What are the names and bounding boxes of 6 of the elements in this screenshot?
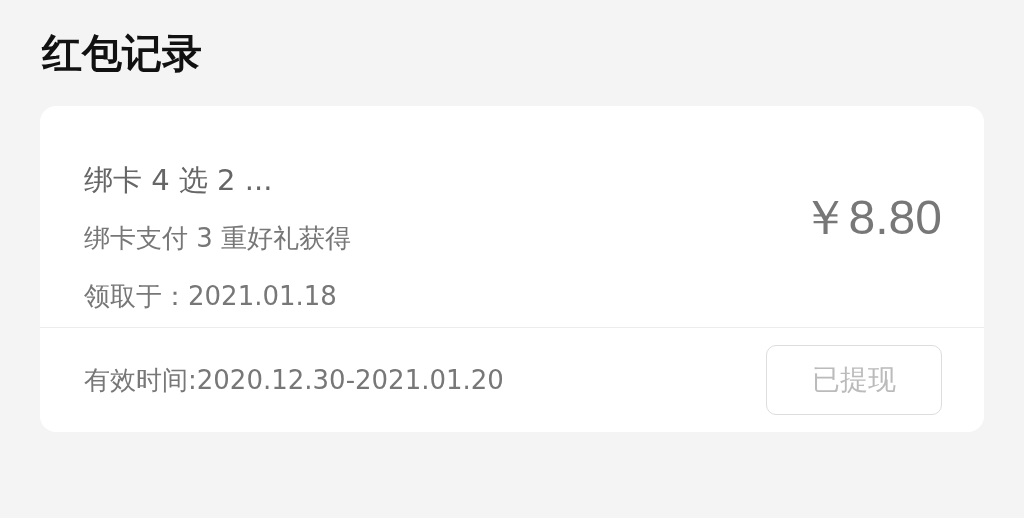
received-date: 领取于：2021.01.18 [84,279,338,313]
amount: ￥8.80 [800,189,942,246]
page-title: 红包记录 [40,29,203,78]
validity-period: 有效时间:2020.12.30-2021.01.20 [84,363,504,397]
record-title: 绑卡 4 选 2 ... [84,161,274,198]
record-source: 绑卡支付 3 重好礼获得 [84,221,352,255]
